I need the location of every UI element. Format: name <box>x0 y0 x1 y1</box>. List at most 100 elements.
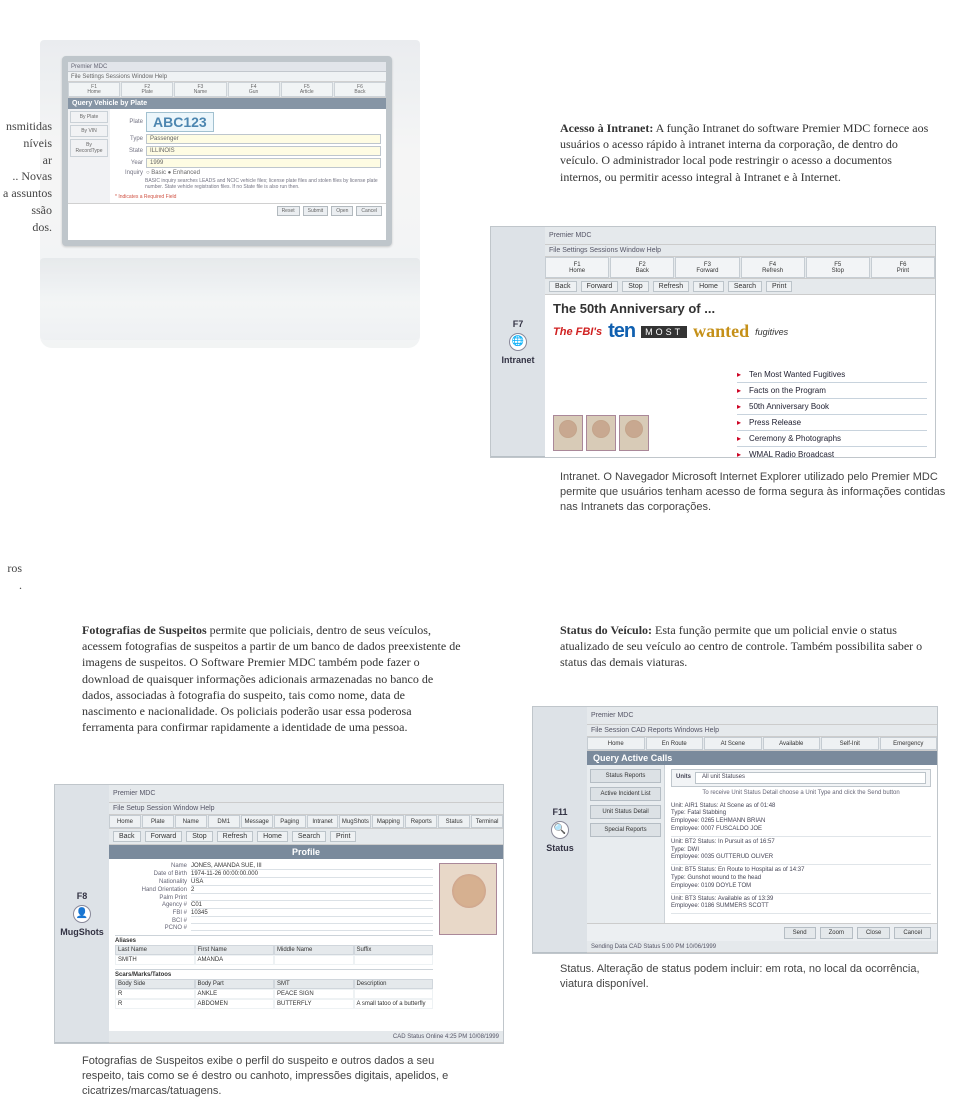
browser-nav-bar: Back Forward Stop Refresh Home Search Pr… <box>109 829 503 845</box>
query-mode-side: By Plate By VIN By RecordType <box>68 109 110 203</box>
tab: Emergency <box>880 737 938 750</box>
status-caption: Status. Alteração de status podem inclui… <box>560 962 940 992</box>
side-key-label: MugShots <box>60 927 104 937</box>
tab: Intranet <box>307 815 339 828</box>
status-side-buttons: Status Reports Active Incident List Unit… <box>587 765 665 923</box>
suspect-photo <box>439 863 497 935</box>
required-note: * Indicates a Required Field <box>115 194 381 200</box>
nav-btn: Print <box>330 831 356 842</box>
side-btn: Active Incident List <box>590 787 661 801</box>
mugshot-thumb <box>586 415 616 451</box>
inquiry-description: BASIC inquiry searches LEADS and NCIC ve… <box>145 178 381 190</box>
profile-title: Profile <box>109 845 503 859</box>
link-item: WMAL Radio Broadcast <box>737 447 927 457</box>
nat-value: USA <box>191 879 433 886</box>
tab: At Scene <box>704 737 762 750</box>
units-selector: Units All unit Statuses <box>671 769 931 787</box>
tab: Message <box>241 815 273 828</box>
side-key: F11 <box>552 807 567 817</box>
nav-btn: Refresh <box>217 831 254 842</box>
intranet-screenshot: F7 🌐 Intranet Premier MDC File Settings … <box>490 226 936 458</box>
ten-text: ten <box>608 320 635 343</box>
unit-entry: Unit: BT2 Status: In Pursuit as of 16:57… <box>671 837 931 865</box>
link-item: Facts on the Program <box>737 383 927 399</box>
panel-title: Query Vehicle by Plate <box>68 98 386 109</box>
side-option: By VIN <box>70 125 108 137</box>
tab: Self-Init <box>821 737 879 750</box>
most-text: MOST <box>641 326 687 338</box>
unit-entry: Unit: AIR1 Status: At Scene as of 01:48 … <box>671 801 931 837</box>
fkey: F3Forward <box>675 257 739 278</box>
app-title: Premier MDC <box>545 227 935 245</box>
statusbar: Sending Data CAD Status 5:00 PM 10/06/19… <box>587 941 937 953</box>
fbi-text: The FBI's <box>553 326 602 338</box>
nav-btn: Search <box>292 831 326 842</box>
plate-value: ABC123 <box>146 112 214 132</box>
link-item: Ceremony & Photographs <box>737 431 927 447</box>
btn: Submit <box>303 206 329 216</box>
inquiry-options: ○ Basic ● Enhanced <box>146 170 200 176</box>
query-form: PlateABC123 TypePassenger StateILLINOIS … <box>110 109 386 203</box>
aliases-heading: Aliases <box>115 938 433 944</box>
mugshot-caption: Fotografias de Suspeitos exibe o perfil … <box>82 1054 462 1099</box>
smt-heading: Scars/Marks/Tatoos <box>115 972 433 978</box>
intranet-caption: Intranet. O Navegador Microsoft Internet… <box>560 470 950 515</box>
intranet-heading: Acesso à Intranet: <box>560 121 653 135</box>
side-option: By Plate <box>70 111 108 123</box>
link-item: 50th Anniversary Book <box>737 399 927 415</box>
app-title: Premier MDC <box>587 707 937 725</box>
intranet-link-list: Ten Most Wanted Fugitives Facts on the P… <box>737 367 927 457</box>
nav-btn: Refresh <box>653 281 690 292</box>
query-active-calls-title: Query Active Calls <box>587 751 937 765</box>
truncated-text-left: nsmitidas níveis ar .. Novas a assuntos … <box>0 118 52 236</box>
fkey: F5Article <box>281 82 333 97</box>
mugshot-thumbs <box>553 415 649 451</box>
year-value: 1999 <box>146 158 381 168</box>
mugshot-thumb <box>619 415 649 451</box>
side-btn: Special Reports <box>590 823 661 837</box>
tab: Available <box>763 737 821 750</box>
person-icon: 👤 <box>73 905 91 923</box>
nav-btn: Forward <box>581 281 619 292</box>
intranet-page-content: The 50th Anniversary of ... The FBI's te… <box>545 295 935 457</box>
side-key-label: Intranet <box>501 355 534 365</box>
side-key-block: F11 🔍 Status <box>533 707 587 953</box>
link-item: Ten Most Wanted Fugitives <box>737 367 927 383</box>
btn: Open <box>331 206 353 216</box>
btn: Reset <box>277 206 300 216</box>
tab: Terminal <box>471 815 503 828</box>
btn: Zoom <box>820 927 853 939</box>
status-heading: Status do Veículo: <box>560 623 652 637</box>
state-value: ILLINOIS <box>146 146 381 156</box>
menu-bar: File Session CAD Reports Windows Help <box>587 725 937 737</box>
side-key: F8 <box>77 891 88 901</box>
statusbar: CAD Status Online 4:25 PM 10/08/1999 <box>109 1031 503 1043</box>
nav-btn: Home <box>257 831 288 842</box>
menu-bar: File Settings Sessions Window Help <box>68 72 386 82</box>
side-key: F7 <box>513 319 524 329</box>
wanted-banner: The FBI's ten MOST wanted fugitives <box>553 320 927 343</box>
nav-btn: Search <box>728 281 762 292</box>
tab: Name <box>175 815 207 828</box>
link-item: Press Release <box>737 415 927 431</box>
agency-value: C01 <box>191 902 433 909</box>
btn: Close <box>857 927 890 939</box>
status-screenshot: F11 🔍 Status Premier MDC File Session CA… <box>532 706 938 954</box>
mugshot-screenshot: F8 👤 MugShots Premier MDC File Setup Ses… <box>54 784 504 1044</box>
menu-bar: File Settings Sessions Window Help <box>545 245 935 257</box>
side-key-label: Status <box>546 843 574 853</box>
laptop-image-area: Premier MDC File Settings Sessions Windo… <box>40 40 420 340</box>
wanted-text: wanted <box>693 321 749 342</box>
globe-icon: 🌐 <box>509 333 527 351</box>
unit-entry: Unit: BT5 Status: En Route to Hospital a… <box>671 865 931 893</box>
fkey-row: F1Home F2Plate F3Name F4Gun F5Article F6… <box>68 82 386 98</box>
browser-nav-bar: Back Forward Stop Refresh Home Search Pr… <box>545 279 935 295</box>
fkey: F4Refresh <box>741 257 805 278</box>
menu-bar: File Setup Session Window Help <box>109 803 503 815</box>
tab: Paging <box>274 815 306 828</box>
plate-label: Plate <box>115 119 143 125</box>
side-key-block: F7 🌐 Intranet <box>491 227 545 457</box>
fkey: F5Stop <box>806 257 870 278</box>
nav-btn: Print <box>766 281 792 292</box>
type-value: Passenger <box>146 134 381 144</box>
